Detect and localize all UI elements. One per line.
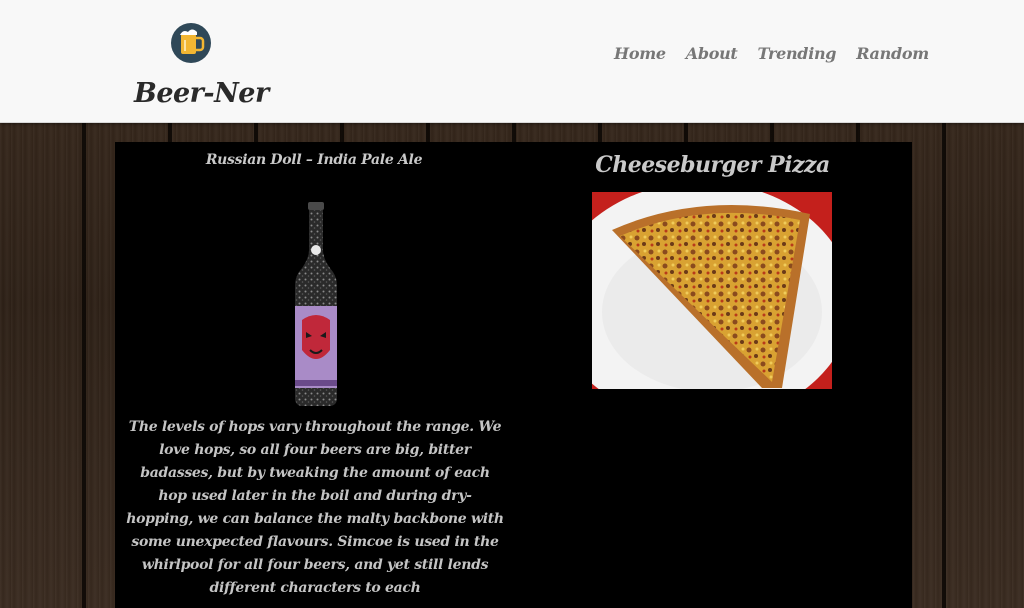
nav-home[interactable]: Home [614, 44, 666, 63]
pairing-panel: Russian Doll – India Pale Ale The levels… [115, 142, 912, 608]
beer-column: Russian Doll – India Pale Ale The levels… [115, 142, 513, 596]
food-column: Cheeseburger Pizza [513, 142, 912, 389]
nav-random[interactable]: Random [856, 44, 929, 63]
pizza-slice-image [592, 192, 832, 389]
site-header: Beer-Ner Home About Trending Random [0, 0, 1024, 123]
food-title: Cheeseburger Pizza [595, 152, 830, 178]
main-nav: Home About Trending Random [614, 44, 929, 63]
beer-description: The levels of hops vary throughout the r… [126, 419, 504, 596]
beer-mug-icon[interactable] [170, 18, 212, 68]
brand-name[interactable]: Beer-Ner [134, 78, 269, 109]
beer-title: Russian Doll – India Pale Ale [205, 152, 423, 168]
nav-about[interactable]: About [686, 44, 738, 63]
beer-bottle-image [295, 202, 337, 406]
nav-trending[interactable]: Trending [758, 44, 837, 63]
